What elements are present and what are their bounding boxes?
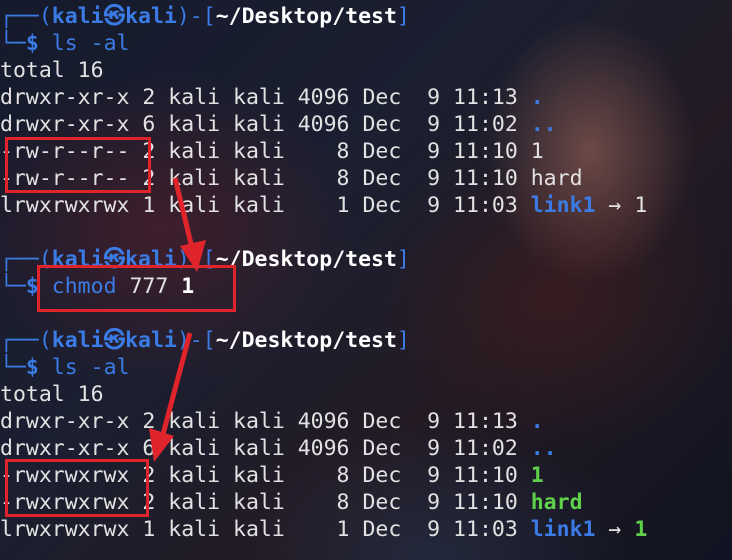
listing-row: drwxr-xr-x 6 kali kali 4096 Dec 9 11:02 … <box>0 112 557 137</box>
total-line-3: total 16 <box>0 382 104 407</box>
prompt-header-3: ┌──(kali㉿kali)-[~/Desktop/test] <box>0 328 410 353</box>
highlight-box-old-perms <box>5 137 151 193</box>
prompt-header-1: ┌──(kali㉿kali)-[~/Desktop/test] <box>0 4 410 29</box>
listing-row: drwxr-xr-x 6 kali kali 4096 Dec 9 11:02 … <box>0 436 557 461</box>
command-line-1: └─$ ls -al <box>0 31 130 56</box>
listing-row: drwxr-xr-x 2 kali kali 4096 Dec 9 11:13 … <box>0 85 544 110</box>
listing-row: drwxr-xr-x 2 kali kali 4096 Dec 9 11:13 … <box>0 409 544 434</box>
total-line-1: total 16 <box>0 58 104 83</box>
listing-row: lrwxrwxrwx 1 kali kali 1 Dec 9 11:03 lin… <box>0 517 648 542</box>
command-line-3: └─$ ls -al <box>0 355 130 380</box>
listing-row: lrwxrwxrwx 1 kali kali 1 Dec 9 11:03 lin… <box>0 193 648 218</box>
highlight-box-chmod <box>37 265 236 312</box>
highlight-box-new-perms <box>5 459 149 517</box>
